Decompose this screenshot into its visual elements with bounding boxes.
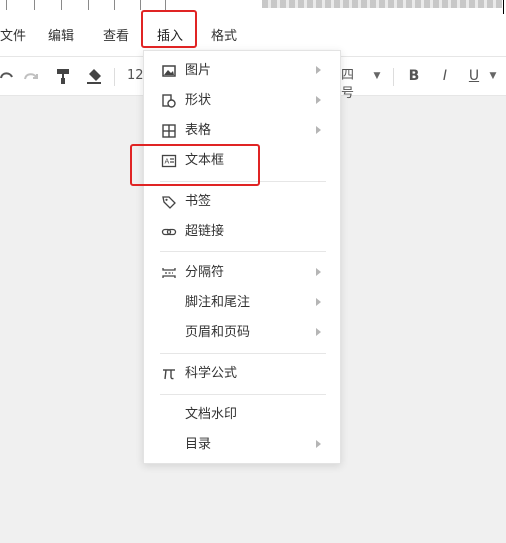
insert-dropdown-menu: 图片 形状 表格 A 文本框 书签 超链接 分隔符 脚注和尾注 页眉和页码 科学… (143, 50, 341, 464)
menu-item-label: 超链接 (185, 224, 225, 239)
menu-item-label: 文档水印 (185, 407, 238, 422)
menu-item-bookmark[interactable]: 书签 (144, 189, 340, 215)
menu-divider (160, 394, 326, 395)
menu-item-label: 目录 (185, 437, 212, 452)
menu-edit[interactable]: 编辑 (48, 29, 74, 45)
menu-item-shape[interactable]: 形状 (144, 88, 340, 114)
eraser-icon[interactable] (85, 67, 103, 85)
menu-item-hyperlink[interactable]: 超链接 (144, 219, 340, 245)
top-strip (0, 0, 506, 18)
font-size-value[interactable]: 12 (127, 67, 144, 85)
submenu-arrow-icon (316, 328, 321, 336)
submenu-arrow-icon (316, 298, 321, 306)
menu-item-separator[interactable]: 分隔符 (144, 260, 340, 286)
underline-caret-icon[interactable]: ▼ (488, 67, 498, 85)
toolbar-divider (393, 68, 394, 86)
menu-view[interactable]: 查看 (103, 29, 129, 45)
ruler-ticks (0, 0, 170, 10)
menu-format[interactable]: 格式 (211, 29, 237, 45)
font-size-caret-icon[interactable]: ▼ (372, 67, 382, 85)
menu-item-label: 书签 (185, 194, 212, 209)
toolbar-divider (114, 68, 115, 86)
menu-item-label: 页眉和页码 (185, 325, 251, 340)
menu-item-formula[interactable]: 科学公式 (144, 361, 340, 387)
menu-item-toc[interactable]: 目录 (144, 432, 340, 458)
link-icon (161, 224, 177, 240)
text-cursor (503, 0, 504, 14)
bold-button[interactable]: B (406, 67, 422, 85)
menu-item-watermark[interactable]: 文档水印 (144, 402, 340, 428)
bookmark-icon (161, 194, 177, 210)
menu-divider (160, 251, 326, 252)
menu-item-header-page-number[interactable]: 页眉和页码 (144, 320, 340, 346)
table-icon (161, 123, 177, 139)
menu-item-footnote[interactable]: 脚注和尾注 (144, 290, 340, 316)
submenu-arrow-icon (316, 66, 321, 74)
submenu-arrow-icon (316, 440, 321, 448)
menu-divider (160, 353, 326, 354)
blurred-title (262, 0, 502, 8)
menu-item-label: 图片 (185, 63, 212, 78)
shape-icon (161, 93, 177, 109)
menu-item-label: 形状 (185, 93, 212, 108)
highlight-insert-menu (141, 10, 197, 48)
menu-item-label: 科学公式 (185, 366, 238, 381)
undo-icon[interactable] (0, 67, 14, 85)
menu-file[interactable]: 文件 (0, 29, 26, 45)
format-painter-icon[interactable] (54, 67, 72, 85)
underline-button[interactable]: U (466, 67, 482, 85)
menu-item-table[interactable]: 表格 (144, 118, 340, 144)
font-size-name[interactable]: 四号 (341, 67, 363, 101)
menu-item-label: 分隔符 (185, 265, 225, 280)
menu-item-image[interactable]: 图片 (144, 58, 340, 84)
separator-icon (161, 265, 177, 281)
submenu-arrow-icon (316, 126, 321, 134)
redo-icon[interactable] (22, 67, 40, 85)
menu-item-label: 脚注和尾注 (185, 295, 251, 310)
image-icon (161, 63, 177, 79)
submenu-arrow-icon (316, 268, 321, 276)
submenu-arrow-icon (316, 96, 321, 104)
formula-icon (161, 366, 177, 382)
highlight-textbox-item (130, 144, 260, 186)
menu-item-label: 表格 (185, 123, 212, 138)
italic-button[interactable]: I (437, 67, 453, 85)
